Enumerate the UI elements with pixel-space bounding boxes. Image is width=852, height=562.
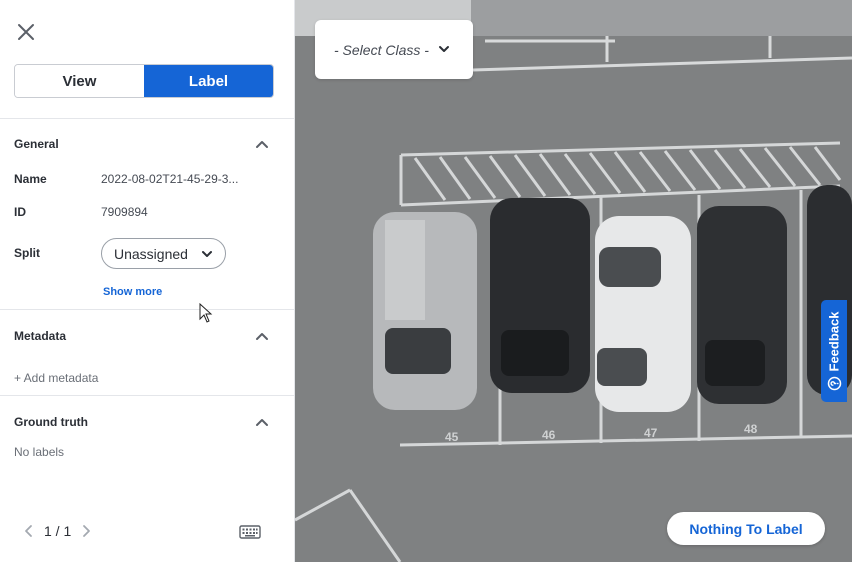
no-labels-text: No labels	[14, 445, 65, 459]
pager: 1 / 1	[22, 523, 93, 539]
chevron-down-icon	[439, 46, 449, 52]
chevron-up-icon[interactable]	[254, 329, 270, 345]
close-icon[interactable]	[14, 20, 38, 44]
chevron-right-icon[interactable]	[79, 523, 93, 539]
spot-number-48: 48	[744, 422, 758, 436]
parking-lot-image: 45 46 47 48	[295, 0, 852, 562]
nothing-to-label-button[interactable]: Nothing To Label	[667, 512, 825, 545]
spot-number-46: 46	[542, 428, 556, 442]
spot-number-47: 47	[644, 426, 658, 440]
name-label: Name	[14, 172, 47, 186]
chevron-left-icon[interactable]	[22, 523, 36, 539]
chevron-up-icon[interactable]	[254, 415, 270, 431]
label-mode-button[interactable]: Label	[144, 65, 273, 97]
id-label: ID	[14, 205, 26, 219]
image-canvas[interactable]: 45 46 47 48	[295, 0, 852, 562]
pager-text: 1 / 1	[44, 523, 72, 539]
sidebar-panel: View Label General Name 2022-08-02T21-45…	[0, 0, 295, 562]
general-section-title: General	[14, 137, 59, 151]
name-value: 2022-08-02T21-45-29-3...	[101, 172, 239, 186]
metadata-section-title: Metadata	[14, 329, 67, 343]
class-select-placeholder: - Select Class -	[334, 41, 429, 58]
feedback-label: Feedback	[826, 311, 842, 372]
split-select[interactable]: Unassigned	[101, 238, 226, 269]
help-circle-icon	[827, 376, 841, 391]
class-select[interactable]: - Select Class -	[315, 20, 473, 79]
split-value: Unassigned	[114, 245, 188, 262]
divider	[0, 395, 294, 396]
show-more-link[interactable]: Show more	[103, 286, 162, 298]
split-label: Split	[14, 246, 40, 260]
ground-truth-section-title: Ground truth	[14, 415, 88, 429]
mode-toggle: View Label	[14, 64, 274, 98]
feedback-tab[interactable]: Feedback	[821, 300, 847, 402]
divider	[0, 118, 294, 119]
add-metadata-link[interactable]: + Add metadata	[14, 371, 98, 385]
chevron-up-icon[interactable]	[254, 137, 270, 153]
divider	[0, 309, 294, 310]
spot-number-45: 45	[445, 430, 459, 444]
keyboard-icon[interactable]	[239, 524, 261, 540]
id-value: 7909894	[101, 205, 148, 219]
mouse-pointer-icon	[199, 303, 213, 323]
chevron-down-icon	[202, 251, 212, 257]
view-mode-button[interactable]: View	[15, 65, 144, 97]
